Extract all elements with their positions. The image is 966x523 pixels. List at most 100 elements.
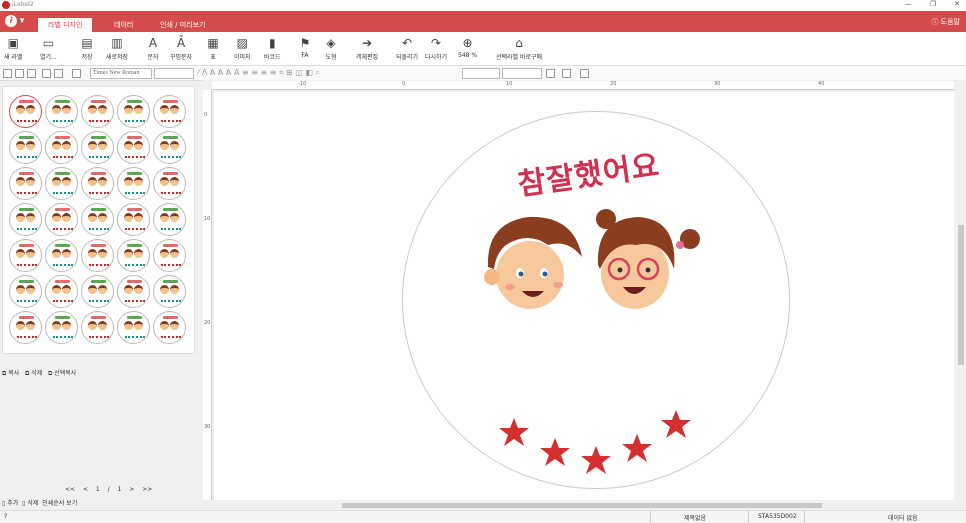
clipboard-icon[interactable]	[27, 69, 36, 78]
fill-icon[interactable]	[546, 69, 555, 78]
minimize-button[interactable]: —	[905, 0, 912, 8]
label-thumbnail[interactable]	[81, 95, 114, 128]
label-thumbnail[interactable]	[81, 275, 114, 308]
label-thumbnail[interactable]	[153, 311, 186, 344]
thumb-faces	[16, 285, 36, 295]
group-icon[interactable]	[54, 69, 63, 78]
buy-label-button[interactable]: ⌂ 선택라벨 바로구매	[496, 36, 542, 61]
pager[interactable]: << < 1 / 1 > >>	[65, 486, 152, 493]
label-thumbnail[interactable]	[9, 131, 42, 164]
pattern-icon[interactable]	[580, 69, 589, 78]
label-thumbnail[interactable]	[117, 275, 150, 308]
kids-illustration[interactable]	[478, 205, 716, 320]
tab-print-preview[interactable]: 인쇄 / 미리보기	[150, 18, 215, 32]
label-thumbnail[interactable]	[153, 203, 186, 236]
shape-button[interactable]: ◈ 도형	[324, 36, 338, 61]
thumb-stars	[17, 119, 37, 122]
zoom-button[interactable]: ⊕ 548 %	[458, 36, 477, 59]
select-copy-button[interactable]: ⧉ 선택복사	[48, 370, 76, 377]
font-size-select[interactable]	[154, 68, 194, 79]
line-style-select[interactable]	[462, 68, 500, 79]
delete-page-button[interactable]: ▯ 삭제	[22, 500, 38, 507]
label-thumbnail[interactable]	[9, 167, 42, 200]
horizontal-scroll-thumb[interactable]	[342, 503, 822, 508]
delete-button[interactable]: ⧉ 삭제	[25, 370, 42, 377]
open-button[interactable]: ▭ 열기...	[40, 36, 57, 61]
deco-text-button[interactable]: Ã 꾸밈문자	[170, 36, 192, 61]
label-thumbnail[interactable]	[117, 311, 150, 344]
label-thumbnail[interactable]	[9, 95, 42, 128]
label-thumbnail[interactable]	[81, 311, 114, 344]
label-thumbnail[interactable]	[9, 203, 42, 236]
label-thumbnail[interactable]	[9, 311, 42, 344]
help-icon[interactable]: ?	[4, 513, 7, 520]
new-label-button[interactable]: ▣ 새 라벨	[4, 36, 22, 61]
redo-button[interactable]: ↷ 다시하기	[425, 36, 447, 61]
label-thumbnail[interactable]	[153, 275, 186, 308]
tab-label-design[interactable]: 라벨 디자인	[38, 18, 93, 32]
label-thumbnail[interactable]	[45, 311, 78, 344]
thumb-stars	[53, 155, 73, 158]
undo-button[interactable]: ↶ 되돌리기	[396, 36, 418, 61]
image-button[interactable]: ▨ 이미지	[234, 36, 251, 61]
object-edit-button[interactable]: ➔ 객체편집	[356, 36, 378, 61]
view-icon[interactable]	[3, 69, 12, 78]
label-thumbnail[interactable]	[81, 131, 114, 164]
font-select[interactable]: Times New Roman	[90, 68, 152, 79]
star-row[interactable]	[496, 404, 696, 478]
label-thumbnail[interactable]	[153, 167, 186, 200]
label-thumbnail[interactable]	[45, 275, 78, 308]
label-thumbnail[interactable]	[117, 95, 150, 128]
barcode-button[interactable]: ▮ 바코드	[264, 36, 281, 61]
lock-icon[interactable]	[42, 69, 51, 78]
thumb-title	[91, 136, 106, 139]
vertical-scroll-thumb[interactable]	[958, 225, 964, 365]
copy-button[interactable]: ⧉ 복사	[2, 370, 19, 377]
label-thumbnail[interactable]	[117, 167, 150, 200]
label-thumbnail[interactable]	[45, 203, 78, 236]
label-thumbnail[interactable]	[45, 167, 78, 200]
label-thumbnail[interactable]	[45, 95, 78, 128]
star-icon	[622, 434, 652, 462]
restore-button[interactable]: ❐	[930, 0, 936, 8]
print-order-button[interactable]: 인쇄순서 보기	[42, 500, 77, 507]
label-thumbnail[interactable]	[81, 203, 114, 236]
label-thumbnail[interactable]	[81, 239, 114, 272]
label-thumbnail[interactable]	[9, 239, 42, 272]
label-thumbnail[interactable]	[9, 275, 42, 308]
close-button[interactable]: ✕	[954, 0, 960, 8]
help-button[interactable]: ⓘ 도움말	[931, 17, 960, 27]
horizontal-scrollbar[interactable]	[212, 501, 955, 510]
label-thumbnail[interactable]	[117, 239, 150, 272]
fa-button[interactable]: ⚑ FA	[298, 36, 312, 59]
label-thumbnail[interactable]	[153, 131, 186, 164]
tab-data[interactable]: 데이터	[104, 18, 143, 32]
shadow-icon[interactable]	[562, 69, 571, 78]
table-button[interactable]: ▦ 표	[206, 36, 220, 61]
page-icon[interactable]	[15, 69, 24, 78]
thumb-stars	[161, 155, 181, 158]
barcode-text: 바코드	[264, 54, 281, 61]
save-as-button[interactable]: ▥ 새로저장	[106, 36, 128, 61]
thumb-faces	[16, 177, 36, 187]
ruler-h-label: -10	[298, 81, 307, 87]
app-menu-button[interactable]: i ▾	[5, 14, 31, 29]
label-thumbnail[interactable]	[153, 239, 186, 272]
text-format-icons[interactable]: ⁄ ꓥ A A A A ≡ ≡ ≡ ≡ ⌗ ⊞ ◫ ◧ ⌕	[198, 68, 320, 78]
label-thumbnail[interactable]	[45, 239, 78, 272]
vertical-scrollbar[interactable]	[955, 80, 966, 501]
add-button[interactable]: ▯ 추가	[2, 500, 18, 507]
star-icon	[581, 446, 611, 474]
label-thumbnail[interactable]	[153, 95, 186, 128]
align-icon[interactable]	[72, 69, 81, 78]
text-button[interactable]: A 문자	[146, 36, 160, 61]
thumb-stars	[125, 263, 145, 266]
barcode-icon: ▮	[268, 36, 276, 50]
label-thumbnail[interactable]	[81, 167, 114, 200]
label-thumbnail[interactable]	[117, 203, 150, 236]
delete-label: 삭제	[31, 370, 43, 377]
line-width-select[interactable]	[502, 68, 542, 79]
label-thumbnail[interactable]	[117, 131, 150, 164]
save-button[interactable]: ▤ 저장	[80, 36, 94, 61]
label-thumbnail[interactable]	[45, 131, 78, 164]
